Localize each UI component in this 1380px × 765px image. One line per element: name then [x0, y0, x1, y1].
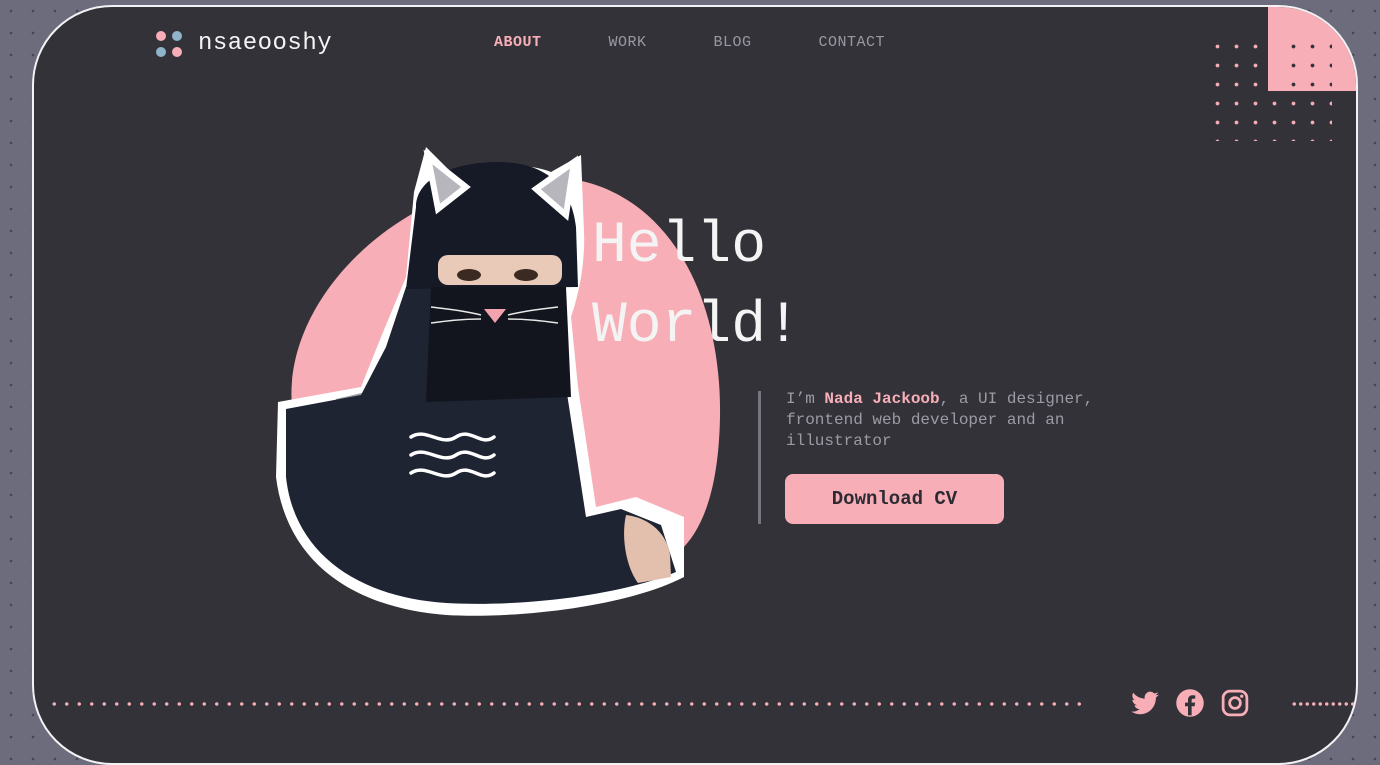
logo-dot [172, 46, 182, 57]
vertical-divider [758, 391, 761, 524]
logo-dot [156, 46, 166, 57]
footer-dotted-line [48, 701, 1088, 707]
main-nav: ABOUT WORK BLOG CONTACT [494, 34, 952, 51]
decorative-dot-grid-overlay [1286, 37, 1332, 91]
logo-text: nsaeooshy [198, 30, 333, 57]
logo-dot [156, 30, 166, 41]
hero-intro: I’m Nada Jackoob, a UI designer, fronten… [786, 389, 1146, 452]
logo-dot [172, 30, 182, 41]
nav-item-work[interactable]: WORK [609, 34, 647, 51]
logo[interactable]: nsaeooshy [156, 30, 332, 57]
page-frame: nsaeooshy ABOUT WORK BLOG CONTACT Hello … [32, 5, 1358, 765]
facebook-icon[interactable] [1175, 688, 1205, 718]
hero-heading: Hello World! [592, 207, 801, 367]
footer-dotted-line-right [1291, 701, 1356, 707]
logo-dots-icon [156, 30, 182, 57]
instagram-icon[interactable] [1220, 688, 1250, 718]
nav-item-contact[interactable]: CONTACT [819, 34, 886, 51]
nav-item-blog[interactable]: BLOG [714, 34, 752, 51]
download-cv-button[interactable]: Download CV [785, 474, 1004, 524]
intro-prefix: I’m [786, 390, 825, 408]
twitter-icon[interactable] [1130, 688, 1160, 718]
social-links [1130, 688, 1250, 718]
nav-item-about[interactable]: ABOUT [494, 34, 542, 51]
hero-heading-line-2: World! [592, 294, 801, 359]
hero-heading-line-1: Hello [592, 214, 767, 279]
intro-name: Nada Jackoob [824, 390, 940, 408]
